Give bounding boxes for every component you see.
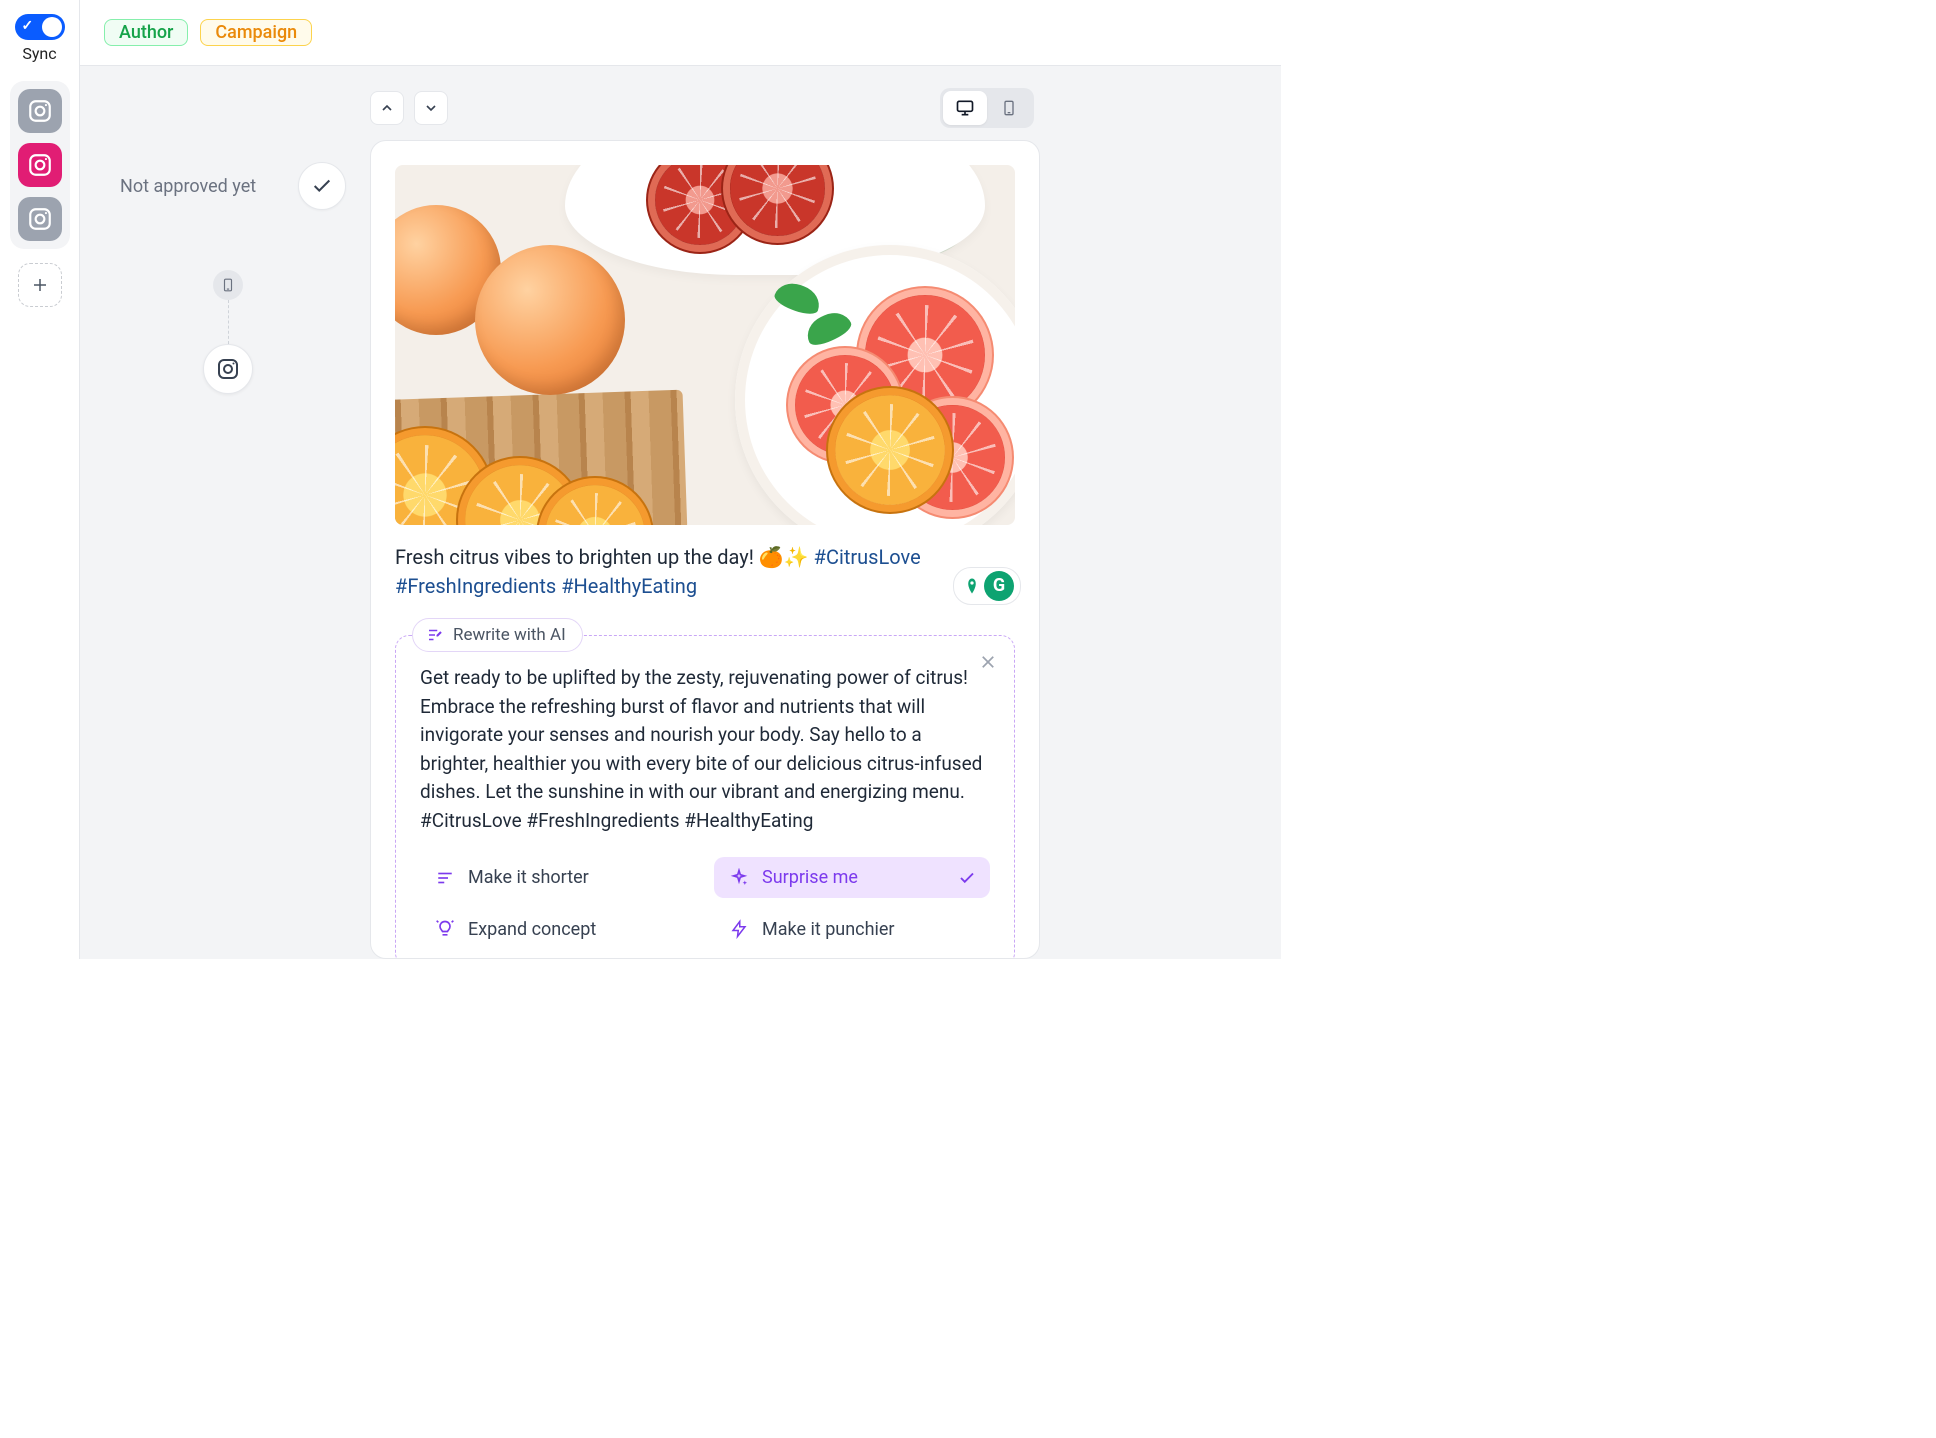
switch-knob: [42, 17, 62, 37]
ai-actions: Make it shorter Surprise me: [420, 857, 990, 950]
sync-switch[interactable]: ✓: [15, 14, 65, 40]
next-post-button[interactable]: [414, 91, 448, 125]
main: Author Campaign Not approved yet: [80, 0, 1281, 959]
instagram-icon: [27, 206, 53, 232]
bolt-icon: [728, 919, 750, 939]
hashtag[interactable]: #FreshIngredients: [395, 574, 556, 598]
desktop-icon: [955, 98, 975, 118]
device-preview-toggle: [940, 88, 1034, 128]
idea-icon: [434, 918, 456, 940]
phone-icon: [1001, 98, 1017, 118]
ai-close-button[interactable]: [976, 650, 1000, 674]
tag-author[interactable]: Author: [104, 19, 188, 46]
side-column: Not approved yet: [80, 66, 370, 959]
instagram-icon: [216, 357, 240, 381]
post-media[interactable]: [395, 165, 1015, 525]
device-node[interactable]: [213, 270, 243, 300]
caption-emoji: 🍊✨: [759, 545, 814, 569]
ai-pill-label: Rewrite with AI: [453, 625, 566, 645]
ai-rewrite-panel: Rewrite with AI Get ready to be uplifted…: [395, 635, 1015, 959]
check-icon: ✓: [22, 18, 34, 34]
ai-suggestion-text: Get ready to be uplifted by the zesty, r…: [420, 664, 990, 835]
account-list: [10, 81, 70, 249]
preview-controls: [370, 88, 1040, 128]
close-icon: [979, 653, 997, 671]
post-caption[interactable]: Fresh citrus vibes to brighten up the da…: [395, 543, 1015, 601]
grammarly-icon: G: [984, 571, 1014, 601]
desktop-preview-button[interactable]: [943, 91, 987, 125]
grammarly-tone-icon: [962, 574, 982, 598]
ai-action-label: Expand concept: [468, 919, 596, 940]
workspace: Not approved yet: [80, 66, 1281, 959]
sync-label: Sync: [22, 44, 56, 63]
account-instagram-1[interactable]: [18, 89, 62, 133]
ai-action-expand[interactable]: Expand concept: [420, 908, 696, 950]
account-instagram-3[interactable]: [18, 197, 62, 241]
chain-line: [228, 300, 229, 344]
approval-row: Not approved yet: [120, 162, 346, 210]
hashtag[interactable]: #CitrusLove: [814, 545, 921, 569]
account-instagram-2[interactable]: [18, 143, 62, 187]
ai-action-label: Make it shorter: [468, 867, 589, 888]
mobile-preview-button[interactable]: [987, 91, 1031, 125]
tag-campaign[interactable]: Campaign: [200, 19, 312, 46]
check-icon: [311, 175, 333, 197]
post-nav: [370, 91, 448, 125]
sparkle-icon: [728, 868, 750, 888]
selected-check-icon: [958, 869, 976, 887]
rewrite-icon: [425, 626, 445, 644]
ai-action-label: Make it punchier: [762, 919, 895, 940]
ai-action-label: Surprise me: [762, 867, 858, 888]
channel-node-instagram[interactable]: [203, 344, 253, 394]
approval-status: Not approved yet: [120, 176, 284, 197]
sync-toggle: ✓ Sync: [15, 14, 65, 63]
grammarly-widget[interactable]: G: [953, 567, 1021, 605]
post-card: Fresh citrus vibes to brighten up the da…: [370, 140, 1040, 959]
plus-icon: [31, 276, 49, 294]
instagram-icon: [27, 98, 53, 124]
topbar: Author Campaign: [80, 0, 1281, 66]
prev-post-button[interactable]: [370, 91, 404, 125]
ai-action-surprise[interactable]: Surprise me: [714, 857, 990, 898]
instagram-icon: [27, 152, 53, 178]
center-column: Fresh citrus vibes to brighten up the da…: [370, 66, 1040, 959]
caption-text: Fresh citrus vibes to brighten up the da…: [395, 545, 759, 569]
chevron-up-icon: [379, 100, 395, 116]
hashtag[interactable]: #HealthyEating: [561, 574, 697, 598]
approve-button[interactable]: [298, 162, 346, 210]
chevron-down-icon: [423, 100, 439, 116]
left-rail: ✓ Sync: [0, 0, 80, 959]
shorten-icon: [434, 869, 456, 887]
ai-rewrite-pill[interactable]: Rewrite with AI: [412, 618, 583, 652]
ai-action-punchier[interactable]: Make it punchier: [714, 908, 990, 950]
ai-action-shorter[interactable]: Make it shorter: [420, 857, 696, 898]
phone-icon: [221, 276, 235, 294]
channel-chain: [120, 270, 336, 394]
add-account-button[interactable]: [18, 263, 62, 307]
